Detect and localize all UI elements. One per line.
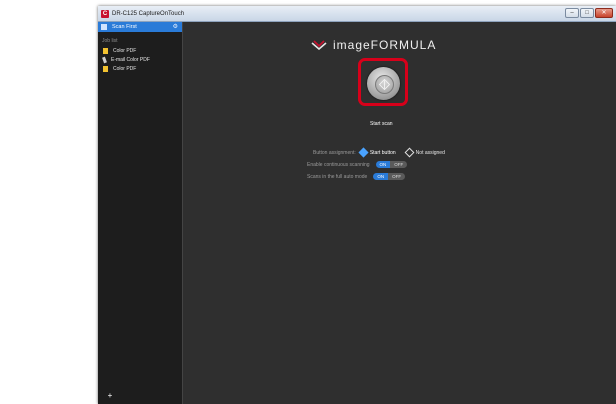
job-item-label: Color PDF [113, 65, 137, 72]
job-list-heading: Job list [102, 38, 118, 44]
start-icon [378, 78, 391, 91]
brand-name: imageFORMULA [333, 38, 437, 52]
button-assignment-row: Button assignment: Start button Not assi… [313, 147, 445, 158]
window-title: DR-C125 CaptureOnTouch [112, 10, 185, 17]
start-scan-label: Start scan [370, 121, 393, 127]
pdf-icon [103, 47, 108, 54]
scan-icon [101, 24, 107, 30]
imageformula-logo-icon [311, 40, 327, 50]
continuous-scan-label: Enable continuous scanning [307, 161, 370, 168]
settings-icon[interactable]: ⚙ [173, 23, 178, 30]
title-bar: C DR-C125 CaptureOnTouch – □ ✕ [98, 6, 616, 22]
app-window: C DR-C125 CaptureOnTouch – □ ✕ Scan Firs… [98, 6, 616, 404]
app-icon: C [101, 9, 109, 18]
unselected-radio-icon [404, 147, 415, 158]
sidebar: Scan First ⚙ Job list Color PDF E-mail C… [98, 22, 183, 404]
continuous-scan-toggle[interactable]: ON OFF [375, 161, 408, 168]
maximize-button[interactable]: □ [580, 8, 594, 18]
continuous-scan-row: Enable continuous scanning ON OFF [307, 161, 408, 168]
start-scan-button[interactable] [367, 67, 400, 100]
full-auto-toggle[interactable]: ON OFF [373, 173, 406, 180]
button-assignment-label: Button assignment: [313, 149, 356, 156]
start-button-option[interactable]: Start button [358, 147, 396, 158]
full-auto-label: Scans in the full auto mode [307, 173, 368, 180]
email-icon [102, 56, 107, 63]
not-assigned-option[interactable]: Not assigned [404, 147, 445, 158]
scan-first-item[interactable]: Scan First ⚙ [98, 22, 182, 32]
selected-radio-icon [358, 147, 369, 158]
window-controls: – □ ✕ [565, 8, 613, 18]
job-item-color-pdf-2[interactable]: Color PDF [98, 64, 182, 73]
pdf-icon [103, 65, 108, 72]
scan-first-label: Scan First [112, 24, 137, 30]
full-auto-row: Scans in the full auto mode ON OFF [307, 173, 406, 180]
job-item-label: Color PDF [113, 47, 137, 54]
minimize-button[interactable]: – [565, 8, 579, 18]
job-item-email-color-pdf[interactable]: E-mail Color PDF [98, 55, 182, 64]
add-job-button[interactable]: + [106, 392, 114, 400]
job-item-label: E-mail Color PDF [111, 56, 150, 63]
job-item-color-pdf[interactable]: Color PDF [98, 46, 182, 55]
main-panel: imageFORMULA Start scan Button assignmen… [183, 22, 616, 404]
close-button[interactable]: ✕ [595, 8, 613, 18]
brand-logo: imageFORMULA [311, 38, 436, 52]
